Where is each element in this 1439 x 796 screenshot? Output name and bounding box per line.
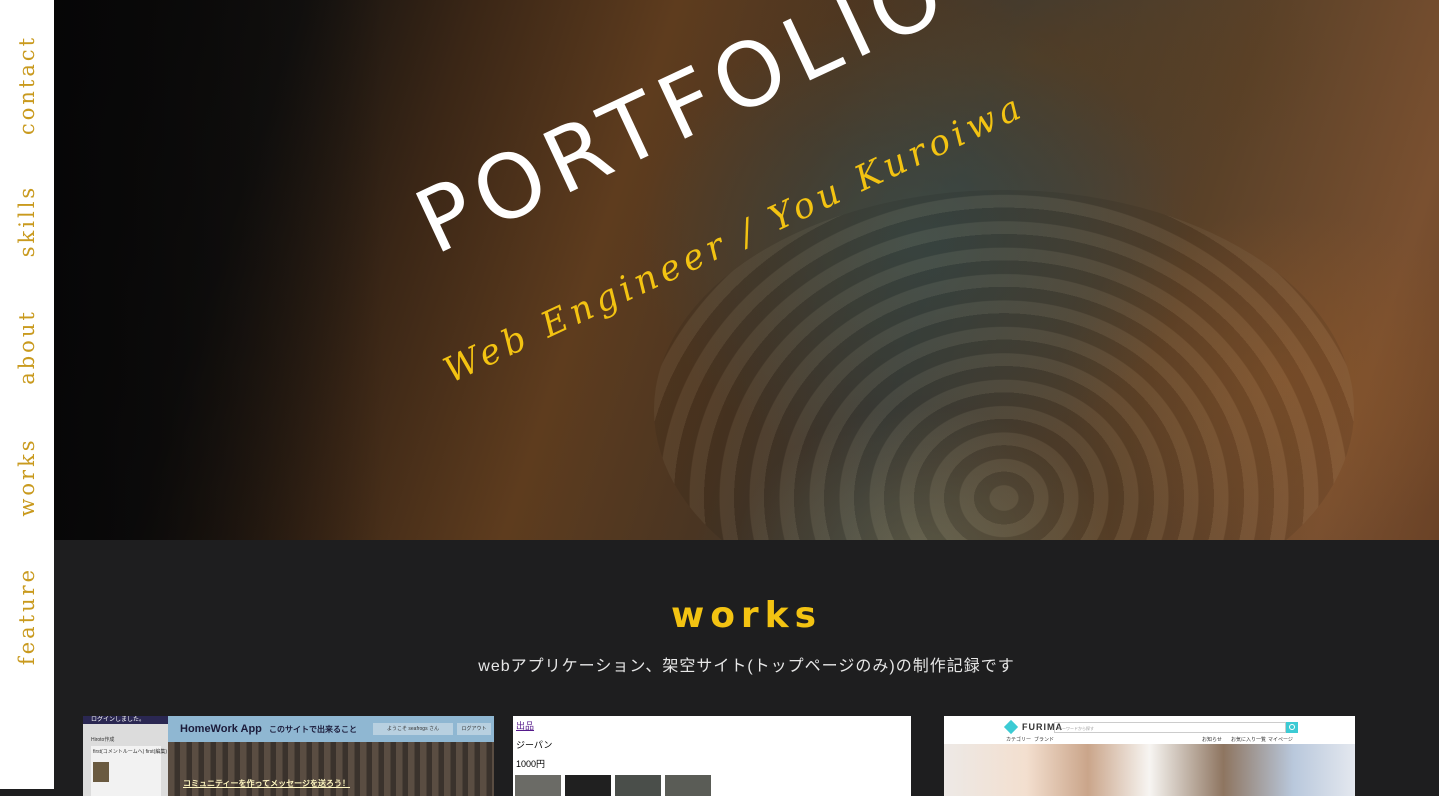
item-thumbnail bbox=[665, 775, 711, 796]
nav-category: カテゴリー bbox=[1006, 737, 1032, 743]
sidebar-label: Hiroto作成 bbox=[91, 737, 115, 743]
hero-banner: PORTFOLIO Web Engineer / You Kuroiwa bbox=[54, 0, 1439, 540]
side-nav: contact skills about works feature bbox=[0, 0, 54, 789]
sidebar-thumbnail bbox=[93, 762, 109, 782]
sidebar-item: first(コメントルームへ) first(編集) bbox=[93, 749, 168, 755]
hero-background-shade bbox=[54, 0, 384, 540]
works-heading: works bbox=[670, 595, 823, 636]
work-card-furima[interactable]: FURIMA キーワードから探す カテゴリー ブランド お知らせ お気に入り一覧… bbox=[944, 716, 1355, 796]
cta-text: コミュニティーを作ってメッセージを送ろう！ bbox=[183, 779, 350, 788]
search-icon bbox=[1286, 722, 1298, 733]
exhibit-link: 出品 bbox=[516, 721, 535, 731]
nav-works[interactable]: works bbox=[15, 437, 39, 516]
logout-button: ログアウト bbox=[457, 723, 491, 735]
furima-logo-icon bbox=[1003, 719, 1019, 735]
work-card-listing[interactable]: 出品 ジーパン 1000円 bbox=[513, 716, 911, 796]
works-description: webアプリケーション、架空サイト(トップページのみ)の制作記録です bbox=[478, 658, 1015, 675]
item-thumbnail bbox=[565, 775, 611, 796]
nav-notice: お知らせ bbox=[1202, 737, 1222, 743]
nav-brand: ブランド bbox=[1034, 737, 1055, 743]
item-thumbnail bbox=[615, 775, 661, 796]
work-card-homework-app[interactable]: ログインしました。 Hiroto作成 first(コメントルームへ) first… bbox=[83, 716, 494, 796]
search-input: キーワードから探す bbox=[1054, 722, 1286, 733]
nav-skills[interactable]: skills bbox=[15, 185, 39, 257]
nav-about[interactable]: about bbox=[15, 309, 39, 385]
nav-feature[interactable]: feature bbox=[15, 567, 39, 665]
app-name: HomeWork App bbox=[180, 723, 262, 735]
welcome-text: ようこそ seafrogs さん bbox=[373, 723, 453, 735]
item-price: 1000円 bbox=[516, 759, 546, 769]
nav-contact[interactable]: contact bbox=[15, 35, 39, 135]
nav-mypage: マイページ bbox=[1268, 737, 1293, 743]
feature-link: このサイトで出来ること bbox=[269, 725, 357, 734]
item-thumbnail bbox=[515, 775, 561, 796]
item-name: ジーパン bbox=[516, 740, 553, 750]
login-notice: ログインしました。 bbox=[83, 716, 168, 724]
screenshot-photo bbox=[944, 744, 1355, 796]
nav-favorites: お気に入り一覧 bbox=[1231, 737, 1267, 743]
